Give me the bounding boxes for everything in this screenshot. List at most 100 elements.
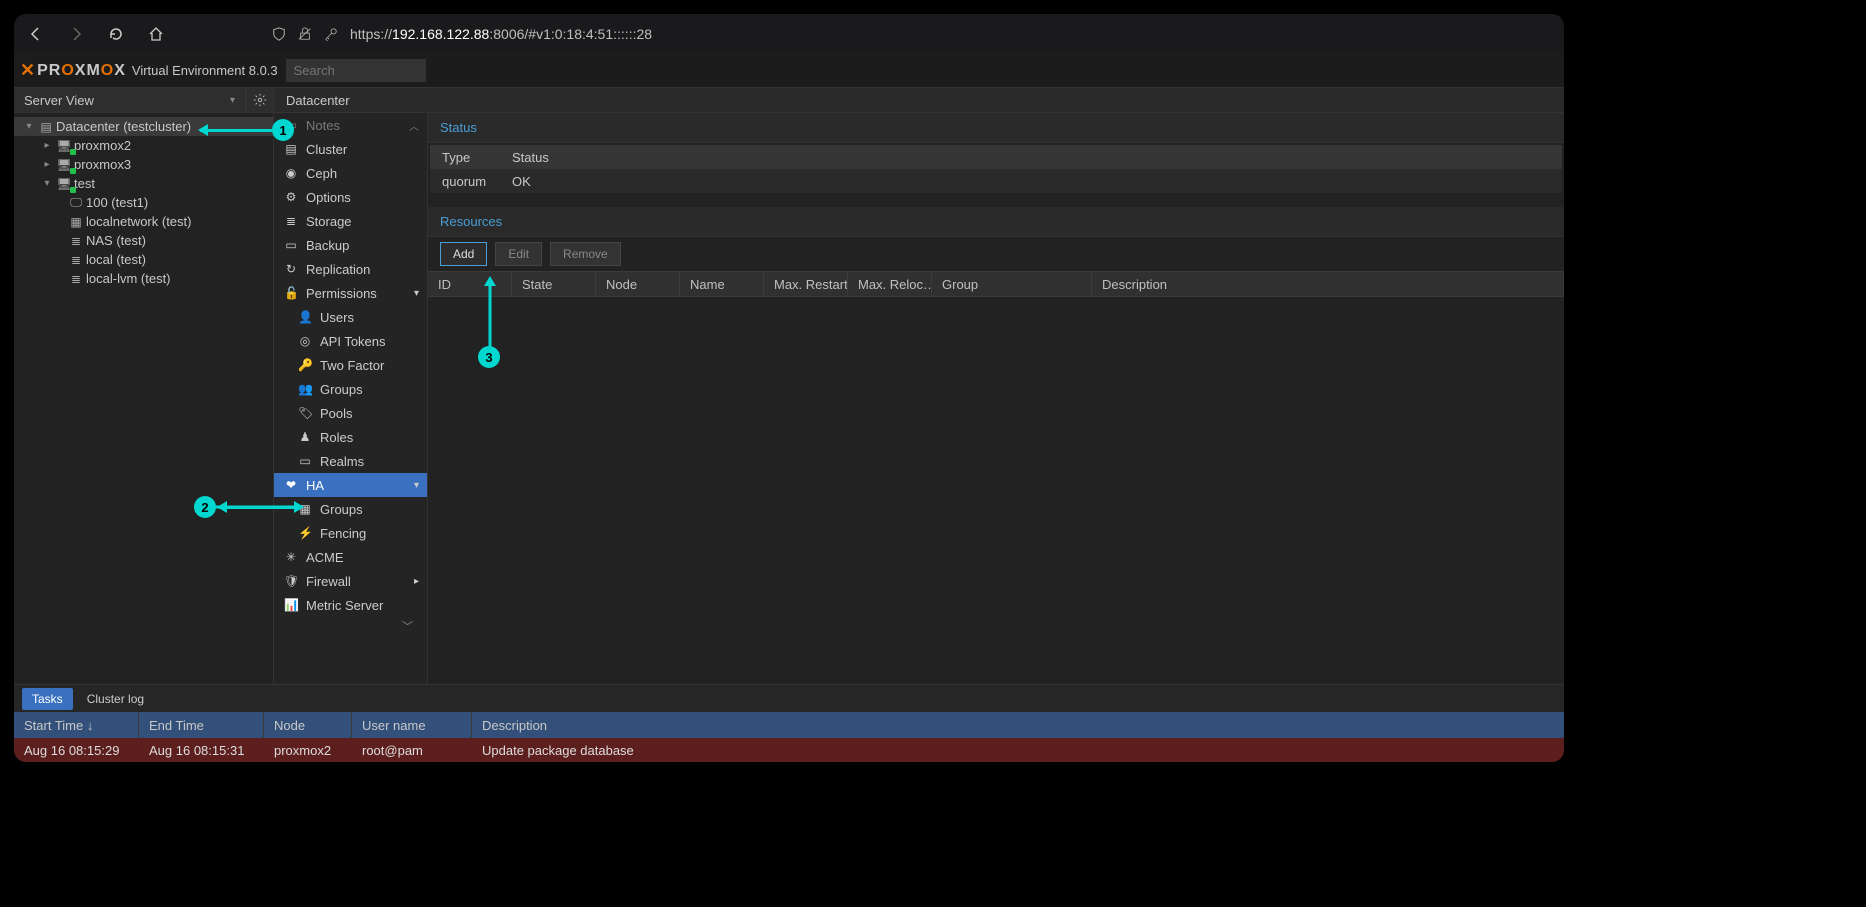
col-group[interactable]: Group <box>932 272 1092 296</box>
back-button[interactable] <box>22 20 50 48</box>
nav-realms[interactable]: ▭Realms <box>274 449 427 473</box>
scroll-down-icon[interactable]: ﹀ <box>274 617 427 635</box>
tree-net[interactable]: ▦ localnetwork (test) <box>14 212 273 231</box>
nav-ceph[interactable]: ◉Ceph <box>274 161 427 185</box>
node-icon: 🖥 <box>54 177 74 191</box>
expand-icon: ▸ <box>40 159 54 170</box>
col-end-time[interactable]: End Time <box>139 712 264 738</box>
tree-node-proxmox2[interactable]: ▸ 🖥 proxmox2 <box>14 136 273 155</box>
server-icon: ▤ <box>36 120 56 134</box>
reload-button[interactable] <box>102 20 130 48</box>
nav-storage[interactable]: ≣Storage <box>274 209 427 233</box>
id-icon: ▭ <box>298 454 312 468</box>
tree-label: test <box>74 176 95 191</box>
search-input[interactable] <box>286 59 426 82</box>
tree-storage-lvm[interactable]: ≣ local-lvm (test) <box>14 269 273 288</box>
collapse-icon: ▾ <box>40 178 54 189</box>
tree-vm-100[interactable]: 🖵 100 (test1) <box>14 193 273 212</box>
annotation-2: 2 <box>194 496 216 518</box>
url-text: https://192.168.122.88:8006/#v1:0:18:4:5… <box>350 26 652 42</box>
col-user[interactable]: User name <box>352 712 472 738</box>
nav-api-tokens[interactable]: ◎API Tokens <box>274 329 427 353</box>
annotation-1: 1 <box>272 119 294 141</box>
tag-icon: 🏷 <box>298 406 312 420</box>
proxmox-logo: ✕ PROXMOX <box>20 60 126 81</box>
expand-icon: ▾ <box>22 121 36 132</box>
shield-icon: 🛡 <box>284 574 298 588</box>
monitor-icon: 🖵 <box>66 195 86 210</box>
tab-tasks[interactable]: Tasks <box>22 688 73 710</box>
bolt-icon: ⚡ <box>298 526 312 540</box>
storage-icon: ≣ <box>66 272 86 286</box>
version-label: Virtual Environment 8.0.3 <box>132 63 278 78</box>
tree-label: localnetwork (test) <box>86 214 191 229</box>
database-icon: ≣ <box>284 214 298 228</box>
nav-notes[interactable]: ▭Notes︿ <box>274 113 427 137</box>
col-start-time[interactable]: Start Time ↓ <box>14 712 139 738</box>
nav-firewall[interactable]: 🛡Firewall▸ <box>274 569 427 593</box>
tree-label: local-lvm (test) <box>86 271 171 286</box>
unlock-icon: 🔓 <box>284 286 298 300</box>
add-button[interactable]: Add <box>440 242 487 266</box>
breadcrumb: Datacenter <box>274 88 1564 112</box>
expand-icon: ▸ <box>40 140 54 151</box>
nav-ha[interactable]: ❤HA▾ <box>274 473 427 497</box>
storage-icon: ≣ <box>66 253 86 267</box>
chevron-down-icon: ▾ <box>230 95 235 106</box>
nav-replication[interactable]: ↻Replication <box>274 257 427 281</box>
nav-metric-server[interactable]: 📊Metric Server <box>274 593 427 617</box>
tree-label: proxmox2 <box>74 138 131 153</box>
nav-roles[interactable]: ♟Roles <box>274 425 427 449</box>
server-view-label: Server View <box>24 93 94 108</box>
nav-permissions[interactable]: 🔓Permissions▾ <box>274 281 427 305</box>
tab-cluster-log[interactable]: Cluster log <box>77 688 154 710</box>
col-name[interactable]: Name <box>680 272 764 296</box>
col-id[interactable]: ID <box>428 272 512 296</box>
key-icon: 🔑 <box>298 358 312 372</box>
nav-groups[interactable]: 👥Groups <box>274 377 427 401</box>
tree-node-test[interactable]: ▾ 🖥 test <box>14 174 273 193</box>
lock-icon <box>298 27 316 41</box>
forward-button[interactable] <box>62 20 90 48</box>
nav-users[interactable]: 👤Users <box>274 305 427 329</box>
nav-cluster[interactable]: ▤Cluster <box>274 137 427 161</box>
nav-acme[interactable]: ✳ACME <box>274 545 427 569</box>
chevron-up-icon: ︿ <box>409 118 419 133</box>
tree-datacenter[interactable]: ▾ ▤ Datacenter (testcluster) <box>14 117 273 136</box>
col-status: Status <box>500 150 1562 165</box>
tree-storage-nas[interactable]: ≣ NAS (test) <box>14 231 273 250</box>
col-node[interactable]: Node <box>264 712 352 738</box>
gear-button[interactable] <box>246 88 274 112</box>
tree-node-proxmox3[interactable]: ▸ 🖥 proxmox3 <box>14 155 273 174</box>
nav-backup[interactable]: ▭Backup <box>274 233 427 257</box>
resource-tree: ▾ ▤ Datacenter (testcluster) ▸ 🖥 proxmox… <box>14 113 274 684</box>
network-icon: ▦ <box>66 215 86 229</box>
task-row[interactable]: Aug 16 08:15:29 Aug 16 08:15:31 proxmox2… <box>14 738 1564 762</box>
col-node[interactable]: Node <box>596 272 680 296</box>
status-row[interactable]: quorum OK <box>430 169 1562 193</box>
nav-pools[interactable]: 🏷Pools <box>274 401 427 425</box>
main-panel: Status Type Status quorum OK Resources A… <box>428 113 1564 684</box>
tasks-panel: Tasks Cluster log Start Time ↓ End Time … <box>14 684 1564 762</box>
col-state[interactable]: State <box>512 272 596 296</box>
nav-fencing[interactable]: ⚡Fencing <box>274 521 427 545</box>
resources-grid-body <box>428 297 1564 684</box>
col-description[interactable]: Description <box>1092 272 1564 296</box>
status-table: Type Status quorum OK <box>430 145 1562 193</box>
tree-label: 100 (test1) <box>86 195 148 210</box>
nav-options[interactable]: ⚙Options <box>274 185 427 209</box>
col-description[interactable]: Description <box>472 712 1564 738</box>
app-header: ✕ PROXMOX Virtual Environment 8.0.3 <box>14 54 1564 88</box>
config-nav: ▭Notes︿ ▤Cluster ◉Ceph ⚙Options ≣Storage… <box>274 113 428 684</box>
tree-storage-local[interactable]: ≣ local (test) <box>14 250 273 269</box>
server-view-select[interactable]: Server View ▾ <box>14 88 246 112</box>
browser-toolbar: https://192.168.122.88:8006/#v1:0:18:4:5… <box>14 14 1564 54</box>
home-button[interactable] <box>142 20 170 48</box>
role-icon: ♟ <box>298 430 312 444</box>
col-max-reloc[interactable]: Max. Reloc… <box>848 272 932 296</box>
resources-grid-header: ID State Node Name Max. Restart Max. Rel… <box>428 271 1564 297</box>
url-bar[interactable]: https://192.168.122.88:8006/#v1:0:18:4:5… <box>272 26 652 42</box>
nav-two-factor[interactable]: 🔑Two Factor <box>274 353 427 377</box>
col-max-restart[interactable]: Max. Restart <box>764 272 848 296</box>
annotation-arrow-1 <box>200 129 272 132</box>
